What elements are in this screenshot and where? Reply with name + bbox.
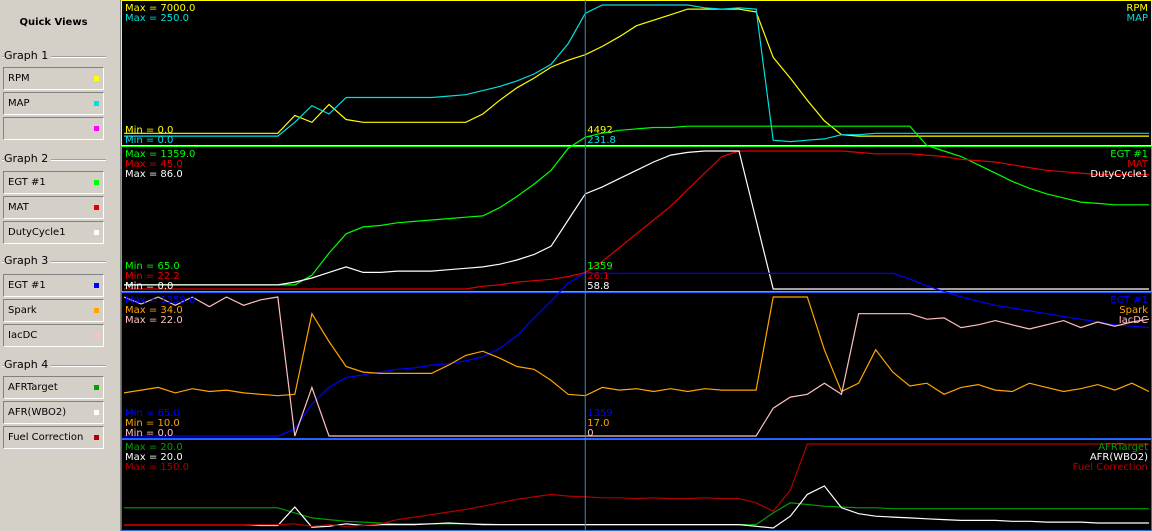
graph-4-trace-fuel-correction [124,443,1149,527]
log-graphs-svg[interactable]: Max = 7000.0 RPMMin = 0.0 4492Max = 250.0 M… [121,0,1152,531]
graph-4-slot-2[interactable]: AFR(WBO2) [3,401,104,424]
color-swatch-icon [94,435,99,440]
graph-2-trace-egt-1 [124,125,1149,286]
color-swatch-icon [94,76,99,81]
graph-1-slot-2[interactable]: MAP [3,92,104,115]
color-swatch-icon [94,180,99,185]
color-swatch-icon [94,385,99,390]
slot-label: Spark [8,305,37,316]
graph-2-slot-1[interactable]: EGT #1 [3,171,104,194]
graph-3-group-label: Graph 3 [4,254,52,267]
color-swatch-icon [94,205,99,210]
slot-label: MAT [8,202,29,213]
slot-label: AFRTarget [8,382,58,393]
slot-label: Fuel Correction [8,432,84,443]
slot-label: AFR(WBO2) [8,407,67,418]
graph-1-cursor-value: 231.8 [587,135,616,146]
log-graph-area[interactable]: Max = 7000.0 RPM Min = 0.0 4492 Max = 250.0 M… [121,0,1152,531]
graph-2-series-name: DutyCycle1 [1090,169,1148,180]
graph-3-slot-2[interactable]: Spark [3,299,104,322]
quick-views-title: Quick Views [19,17,88,28]
graph-3-frame [121,292,1152,439]
slot-label: IacDC [8,330,38,341]
graph-1-slot-3[interactable] [3,117,104,140]
graph-1-frame [121,0,1152,146]
color-swatch-icon [94,283,99,288]
graph-4-trace-afrtarget [124,502,1149,526]
graph-1-series-name: MAP [1127,13,1149,24]
color-swatch-icon [94,126,99,131]
graph-3-min-label: Min = 0.0 [125,428,173,439]
slot-label: EGT #1 [8,177,46,188]
graph-2-trace-dutycycle1 [124,150,1149,290]
color-swatch-icon [94,333,99,338]
graph-2-slot-2[interactable]: MAT [3,196,104,219]
slot-label: EGT #1 [8,280,46,291]
graph-4-frame [121,439,1152,531]
graph-1-max-label: Max = 250.0 [125,13,189,24]
graph-2-min-label: Min = 0.0 [125,281,173,292]
slot-label: MAP [8,98,30,109]
graph-4-series-name: Fuel Correction [1073,462,1148,473]
color-swatch-icon [94,230,99,235]
graph-1-slot-1[interactable]: RPM [3,67,104,90]
graph-3-slot-1[interactable]: EGT #1 [3,274,104,297]
graph-3-max-label: Max = 22.0 [125,315,183,326]
graph-2-trace-mat [124,150,1149,290]
quick-views-sidebar: Quick Views Graph 1 RPM MAP Graph 2 EGT … [0,0,121,531]
color-swatch-icon [94,410,99,415]
color-swatch-icon [94,101,99,106]
color-swatch-icon [94,308,99,313]
slot-label: DutyCycle1 [8,227,66,238]
graph-3-trace-iacdc [123,296,1150,437]
graph-3-slot-3[interactable]: IacDC [3,324,104,347]
graph-3-cursor-value: 0 [587,428,593,439]
graph-3-trace-spark [123,296,1150,397]
graph-4-trace-afr-wbo2 [124,485,1149,529]
graph-2-cursor-value: 58.8 [587,281,609,292]
graph-4-group-label: Graph 4 [4,358,52,371]
graph-4-slot-3[interactable]: Fuel Correction [3,426,104,449]
graph-1-trace-rpm [124,8,1149,137]
graph-2-frame [121,146,1152,292]
graph-1-group-label: Graph 1 [4,49,52,62]
graph-2-max-label: Max = 86.0 [125,169,183,180]
graph-4-max-label: Max = 150.0 [125,462,189,473]
slot-label: RPM [8,73,30,84]
graph-1-min-label: Min = 0.0 [125,135,173,146]
graph-3-series-name: IacDC [1119,315,1148,326]
graph-4-slot-1[interactable]: AFRTarget [3,376,104,399]
graph-2-slot-3[interactable]: DutyCycle1 [3,221,104,244]
graph-2-group-label: Graph 2 [4,152,52,165]
